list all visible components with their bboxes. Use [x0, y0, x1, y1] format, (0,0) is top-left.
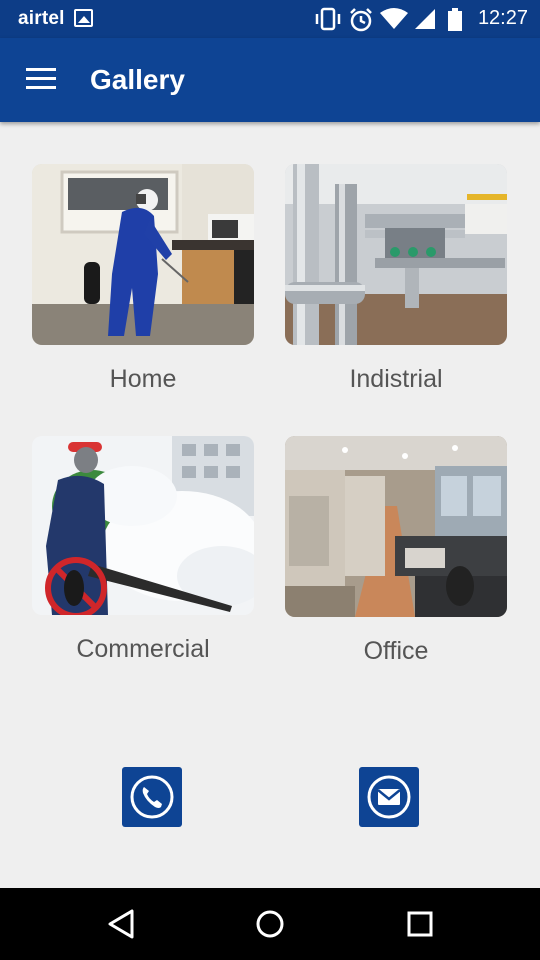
office-image — [285, 436, 507, 617]
gallery-item-office[interactable]: Office — [285, 436, 507, 666]
navigation-bar — [0, 888, 540, 960]
vibrate-icon — [315, 7, 341, 31]
indistrial-label: Indistrial — [349, 365, 443, 393]
signal-icon — [415, 9, 435, 29]
gallery-item-commercial[interactable]: Commercial — [32, 436, 254, 664]
battery-icon — [448, 8, 462, 31]
wifi-icon — [380, 8, 408, 29]
carrier-name: airtel — [18, 8, 65, 29]
call-button[interactable] — [122, 767, 182, 827]
alarm-icon — [350, 8, 372, 32]
hamburger-menu-icon[interactable] — [26, 68, 56, 90]
industrial-image — [285, 164, 507, 345]
app-bar: Gallery — [0, 38, 540, 122]
page-title: Gallery — [90, 64, 185, 95]
back-icon[interactable] — [106, 908, 136, 940]
office-label: Office — [363, 637, 429, 665]
mail-icon — [367, 775, 411, 819]
home-image — [32, 164, 254, 345]
gallery-item-home[interactable]: Home — [32, 164, 254, 394]
commercial-image — [32, 436, 254, 615]
gallery-item-indistrial[interactable]: Indistrial — [285, 164, 507, 394]
recents-icon[interactable] — [405, 908, 435, 940]
phone-icon — [130, 775, 174, 819]
gallery-notification-icon — [74, 9, 93, 27]
status-bar: airtel 12:27 — [0, 0, 540, 38]
commercial-label: Commercial — [76, 635, 210, 663]
home-label: Home — [109, 365, 177, 393]
clock: 12:27 — [477, 7, 528, 29]
home-icon[interactable] — [254, 908, 286, 940]
email-button[interactable] — [359, 767, 419, 827]
